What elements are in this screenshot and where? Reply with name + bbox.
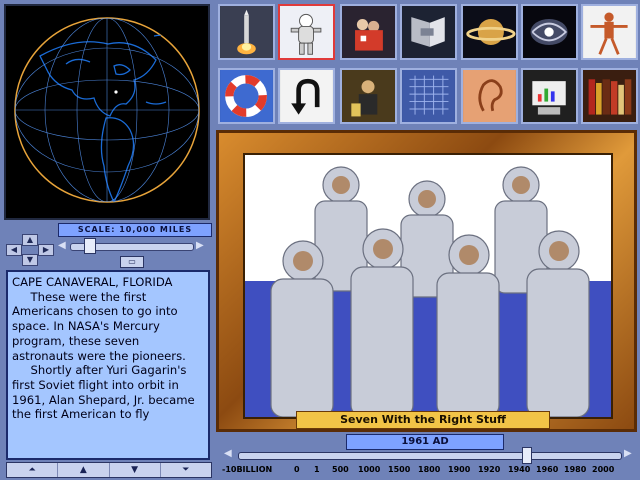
timeline-slider[interactable] — [238, 452, 622, 460]
life-preserver-icon[interactable] — [218, 68, 275, 124]
tick-label: 1960 — [536, 465, 559, 474]
timeline-tick-labels: -10BILLION 0 1 500 1000 1500 1800 1900 1… — [222, 465, 640, 477]
astronaut-icon[interactable] — [278, 4, 335, 60]
library-books-icon[interactable] — [581, 68, 638, 124]
tick-label: 1940 — [508, 465, 531, 474]
zoom-in-arrow-icon[interactable]: ▶ — [196, 240, 204, 251]
page-up-button[interactable]: ⏶ — [7, 463, 59, 477]
tick-label: 1800 — [418, 465, 441, 474]
chart-computer-icon[interactable] — [521, 68, 578, 124]
scientist-icon[interactable] — [340, 68, 397, 124]
tick-label: 0 — [294, 465, 300, 474]
tick-label: -10BILLION — [222, 465, 273, 474]
pan-up-button[interactable]: ▲ — [22, 234, 38, 246]
timeline-back-arrow-icon[interactable]: ◀ — [224, 448, 232, 459]
rocket-launch-icon[interactable] — [218, 4, 275, 60]
timeline-slider-handle[interactable] — [522, 447, 532, 464]
ear-icon[interactable] — [461, 68, 518, 124]
pan-left-button[interactable]: ◀ — [6, 244, 22, 256]
scale-label: SCALE: 10,000 MILES — [58, 223, 212, 237]
shuttle-crew-icon[interactable] — [340, 4, 397, 60]
zoom-out-arrow-icon[interactable]: ◀ — [58, 240, 66, 251]
picture-frame — [216, 130, 637, 432]
location-heading: CAPE CANAVERAL, FLORIDA — [12, 275, 173, 289]
description-paragraph: Shortly after Yuri Gagarin's first Sovie… — [12, 363, 195, 422]
tick-label: 1000 — [358, 465, 381, 474]
tick-label: 1900 — [448, 465, 471, 474]
line-down-button[interactable]: ▼ — [110, 463, 161, 477]
saturn-icon[interactable] — [461, 4, 518, 60]
astronauts-photo[interactable] — [243, 153, 613, 419]
pan-right-button[interactable]: ▶ — [38, 244, 54, 256]
zoom-reset-button[interactable]: ▭ — [120, 256, 144, 268]
description-paragraph: These were the first Americans chosen to… — [12, 289, 186, 363]
tick-label: 1920 — [478, 465, 501, 474]
text-scroll-controls: ⏶ ▲ ▼ ⏷ — [6, 462, 212, 478]
satellite-icon[interactable] — [400, 4, 457, 60]
tick-label: 1980 — [564, 465, 587, 474]
tick-label: 1500 — [388, 465, 411, 474]
line-up-button[interactable]: ▲ — [58, 463, 110, 477]
globe-view[interactable] — [4, 4, 210, 220]
earth-globe-icon — [14, 17, 200, 203]
current-date-label: 1961 AD — [346, 434, 504, 450]
mercury-seven-image — [270, 166, 590, 417]
tick-label: 1 — [314, 465, 320, 474]
zoom-slider-handle[interactable] — [84, 238, 96, 254]
u-turn-back-icon[interactable] — [278, 68, 335, 124]
grid-panel-icon[interactable] — [400, 68, 457, 124]
galaxy-icon[interactable] — [521, 4, 578, 60]
description-text-panel[interactable]: CAPE CANAVERAL, FLORIDA These were the f… — [6, 270, 210, 460]
timeline-forward-arrow-icon[interactable]: ▶ — [624, 448, 632, 459]
globe-pan-control[interactable]: ▲ ◀ ▶ ▼ — [6, 234, 54, 266]
human-body-icon[interactable] — [581, 4, 638, 60]
picture-caption: Seven With the Right Stuff — [296, 411, 550, 429]
pan-down-button[interactable]: ▼ — [22, 254, 38, 266]
tick-label: 2000 — [592, 465, 615, 474]
tick-label: 500 — [332, 465, 349, 474]
page-down-button[interactable]: ⏷ — [161, 463, 211, 477]
